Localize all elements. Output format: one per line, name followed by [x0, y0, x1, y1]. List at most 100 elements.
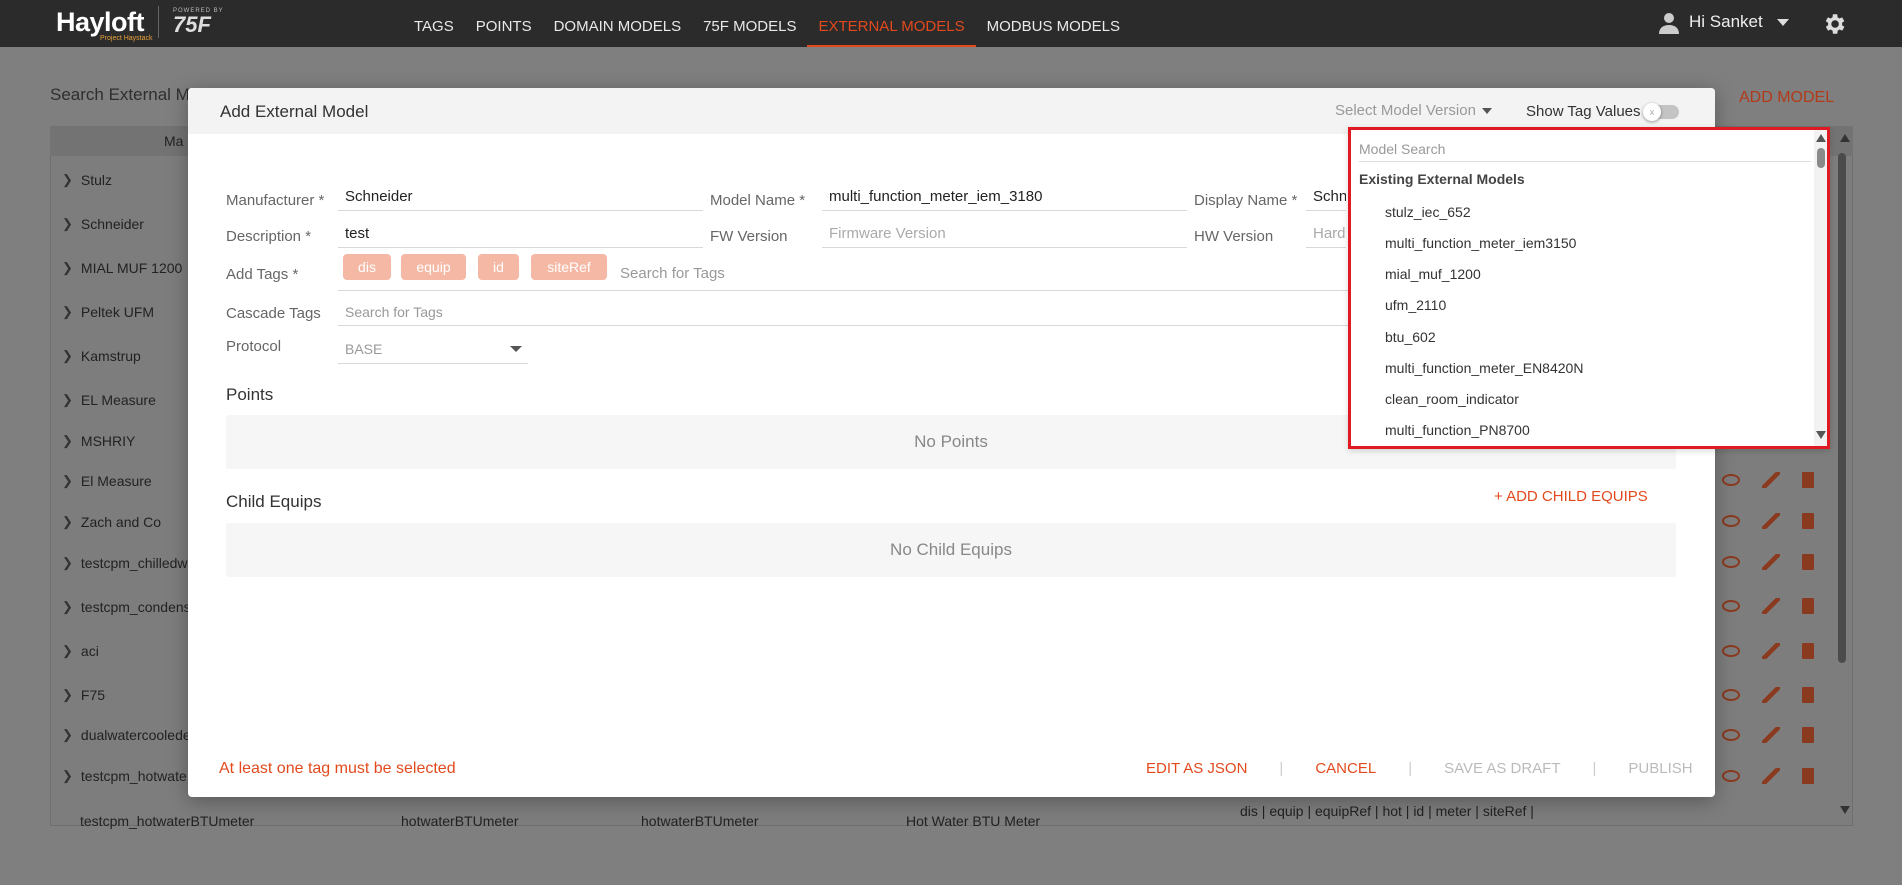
pencil-icon[interactable] — [1762, 472, 1780, 488]
model-version-select[interactable]: Select Model Version — [1335, 102, 1492, 119]
pencil-icon[interactable] — [1762, 513, 1780, 529]
dropdown-option[interactable]: clean_room_indicator — [1385, 391, 1519, 407]
edit-as-json-button[interactable]: EDIT AS JSON — [1134, 760, 1259, 777]
table-row[interactable]: ❯ Kamstrup — [62, 348, 141, 364]
description-field[interactable]: test — [338, 222, 703, 248]
pencil-icon[interactable] — [1762, 643, 1780, 659]
eye-icon[interactable] — [1722, 645, 1740, 657]
row-name: dualwatercoolede — [80, 727, 191, 743]
table-row[interactable]: ❯ aci — [62, 643, 99, 659]
dropdown-option[interactable]: stulz_iec_652 — [1385, 204, 1471, 220]
protocol-value: BASE — [345, 341, 383, 357]
nav-domain-models[interactable]: DOMAIN MODELS — [543, 0, 693, 47]
table-row[interactable]: ❯ Schneider — [62, 216, 144, 232]
nav-external-models[interactable]: EXTERNAL MODELS — [807, 0, 976, 47]
chevron-right-icon: ❯ — [62, 216, 73, 231]
eye-icon[interactable] — [1722, 556, 1740, 568]
add-model-button[interactable]: ADD MODEL — [1739, 89, 1834, 107]
fw-version-label: FW Version — [710, 228, 788, 245]
chevron-right-icon: ❯ — [62, 643, 73, 658]
cascade-tags-input[interactable]: Search for Tags — [345, 304, 443, 320]
pencil-icon[interactable] — [1762, 554, 1780, 570]
table-row[interactable]: ❯ EL Measure — [62, 392, 156, 408]
manufacturer-field[interactable]: Schneider — [338, 185, 703, 211]
trash-icon[interactable] — [1802, 513, 1814, 529]
table-row[interactable]: ❯ testcpm_condens — [62, 599, 191, 615]
table-row[interactable]: ❯ MIAL MUF 1200 — [62, 260, 182, 276]
model-search-input[interactable]: Model Search — [1359, 138, 1811, 162]
page-title: Search External M — [50, 85, 190, 104]
model-version-dropdown: Model Search Existing External Models st… — [1348, 127, 1830, 449]
dropdown-option[interactable]: mial_muf_1200 — [1385, 266, 1481, 282]
points-title: Points — [226, 385, 274, 404]
display-name-field[interactable]: Schn — [1306, 185, 1346, 211]
trash-icon[interactable] — [1802, 727, 1814, 743]
scrollbar-thumb[interactable] — [1817, 148, 1825, 168]
trash-icon[interactable] — [1802, 768, 1814, 784]
trash-icon[interactable] — [1802, 687, 1814, 703]
trash-icon[interactable] — [1802, 598, 1814, 614]
nav-points[interactable]: POINTS — [465, 0, 543, 47]
eye-icon[interactable] — [1722, 729, 1740, 741]
hayloft-logo[interactable]: Hayloft Project Haystack POWERED BY 75F — [56, 6, 224, 42]
table-row[interactable]: ❯ Zach and Co — [62, 514, 161, 530]
trash-icon[interactable] — [1802, 554, 1814, 570]
show-tag-values-toggle[interactable]: x — [1643, 103, 1679, 121]
tags-search-input[interactable]: Search for Tags — [620, 265, 725, 282]
eye-icon[interactable] — [1722, 474, 1740, 486]
scroll-down-icon[interactable] — [1816, 431, 1826, 439]
tag-chip-siteref[interactable]: siteRef — [531, 254, 607, 280]
table-row[interactable]: ❯ testcpm_chilledw — [62, 555, 188, 571]
scroll-up-icon[interactable] — [1816, 134, 1826, 142]
eye-icon[interactable] — [1722, 600, 1740, 612]
chevron-down-icon — [1776, 18, 1789, 26]
chevron-right-icon: ❯ — [62, 514, 73, 529]
user-menu[interactable]: Hi Sanket — [1657, 10, 1789, 34]
dropdown-option[interactable]: btu_602 — [1385, 329, 1436, 345]
tag-chip-dis[interactable]: dis — [343, 254, 391, 280]
trash-icon[interactable] — [1802, 643, 1814, 659]
page-scrollbar[interactable] — [1838, 153, 1846, 663]
table-row[interactable]: ❯ Stulz — [62, 172, 112, 188]
pencil-icon[interactable] — [1762, 727, 1780, 743]
table-row[interactable]: ❯ MSHRIY — [62, 433, 135, 449]
pencil-icon[interactable] — [1762, 687, 1780, 703]
dropdown-option[interactable]: multi_function_PN8700 — [1385, 422, 1530, 438]
nav-75f-models[interactable]: 75F MODELS — [692, 0, 807, 47]
dropdown-scrollbar[interactable] — [1814, 130, 1827, 446]
add-child-equips-button[interactable]: + ADD CHILD EQUIPS — [1494, 488, 1648, 505]
nav-tags[interactable]: TAGS — [403, 0, 465, 47]
pencil-icon[interactable] — [1762, 768, 1780, 784]
dropdown-option[interactable]: ufm_2110 — [1385, 297, 1446, 313]
publish-button[interactable]: PUBLISH — [1616, 760, 1704, 777]
eye-icon[interactable] — [1722, 770, 1740, 782]
table-row[interactable]: ❯ F75 — [62, 687, 105, 703]
table-row[interactable]: ❯ dualwatercoolede — [62, 727, 191, 743]
table-row[interactable]: ❯ Peltek UFM — [62, 304, 154, 320]
table-row[interactable]: ❯ testcpm_hotwate — [62, 768, 187, 784]
tag-chip-equip[interactable]: equip — [401, 254, 466, 280]
protocol-select[interactable]: BASE — [338, 336, 528, 364]
scroll-up-icon[interactable] — [1840, 134, 1850, 142]
row-name: testcpm_chilledw — [80, 555, 188, 571]
dropdown-option[interactable]: multi_function_meter_iem3150 — [1385, 235, 1576, 251]
fw-version-field[interactable]: Firmware Version — [822, 222, 1187, 248]
scroll-down-icon[interactable] — [1840, 806, 1850, 814]
cancel-button[interactable]: CANCEL — [1303, 760, 1388, 777]
table-row[interactable]: ❯ El Measure — [62, 473, 152, 489]
add-tags-label: Add Tags * — [226, 266, 299, 283]
model-name-field[interactable]: multi_function_meter_iem_3180 — [822, 185, 1187, 211]
tag-chip-id[interactable]: id — [478, 254, 519, 280]
row-name: MSHRIY — [80, 433, 136, 449]
gear-icon[interactable] — [1821, 11, 1847, 37]
hw-version-field[interactable]: Hard — [1306, 222, 1346, 248]
eye-icon[interactable] — [1722, 689, 1740, 701]
pencil-icon[interactable] — [1762, 598, 1780, 614]
save-as-draft-button[interactable]: SAVE AS DRAFT — [1432, 760, 1572, 777]
eye-icon[interactable] — [1722, 515, 1740, 527]
nav-modbus-models[interactable]: MODBUS MODELS — [976, 0, 1131, 47]
divider: | — [1408, 760, 1413, 777]
trash-icon[interactable] — [1802, 472, 1814, 488]
dropdown-group-label: Existing External Models — [1359, 171, 1525, 187]
dropdown-option[interactable]: multi_function_meter_EN8420N — [1385, 360, 1583, 376]
